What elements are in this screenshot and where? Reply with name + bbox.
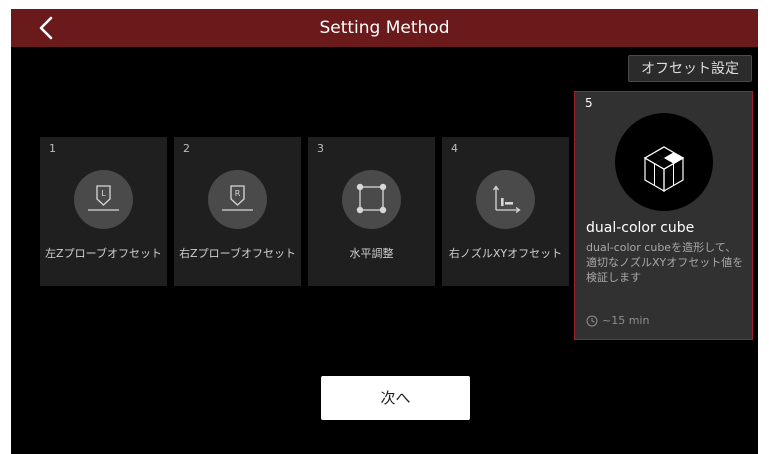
clock-icon — [586, 315, 598, 326]
method-label: 左Zプローブオフセット — [45, 247, 162, 260]
leveling-icon — [342, 170, 401, 229]
method-label: 右ノズルXYオフセット — [448, 247, 563, 260]
method-number: 3 — [317, 142, 324, 155]
method-number: 5 — [585, 96, 593, 110]
method-card-4[interactable]: 4 右ノズルXYオフセット — [442, 137, 569, 286]
right-z-probe-icon: R — [208, 170, 267, 229]
selected-method-description: dual-color cubeを造形して、適切なノズルXYオフセット値を検証しま… — [586, 241, 744, 284]
back-button[interactable] — [31, 12, 63, 44]
xy-offset-icon — [476, 170, 535, 229]
estimated-time: ~15 min — [586, 314, 649, 327]
method-card-3[interactable]: 3 水平調整 — [308, 137, 435, 286]
header-bar: Setting Method — [11, 9, 758, 47]
method-number: 4 — [451, 142, 458, 155]
svg-text:R: R — [235, 189, 241, 198]
dual-color-cube-icon — [615, 113, 713, 211]
method-number: 2 — [183, 142, 190, 155]
method-number: 1 — [49, 142, 56, 155]
page-title: Setting Method — [319, 18, 450, 38]
method-card-1[interactable]: 1 L 左Zプローブオフセット — [40, 137, 167, 286]
method-label: 右Zプローブオフセット — [179, 247, 296, 260]
chevron-left-icon — [39, 16, 53, 40]
left-z-probe-icon: L — [74, 170, 133, 229]
offset-settings-button[interactable]: オフセット設定 — [628, 55, 752, 82]
method-card-2[interactable]: 2 R 右Zプローブオフセット — [174, 137, 301, 286]
svg-text:L: L — [101, 189, 106, 198]
screen: Setting Method オフセット設定 1 L 左Zプローブオフセット 2… — [11, 9, 758, 454]
next-button[interactable]: 次へ — [321, 376, 470, 420]
method-label: 水平調整 — [349, 247, 394, 260]
selected-method-title: dual-color cube — [586, 220, 695, 236]
estimated-time-text: ~15 min — [602, 314, 650, 327]
method-card-5-selected[interactable]: 5 dual-color cube dual-color cubeを造形して、適… — [574, 91, 753, 340]
